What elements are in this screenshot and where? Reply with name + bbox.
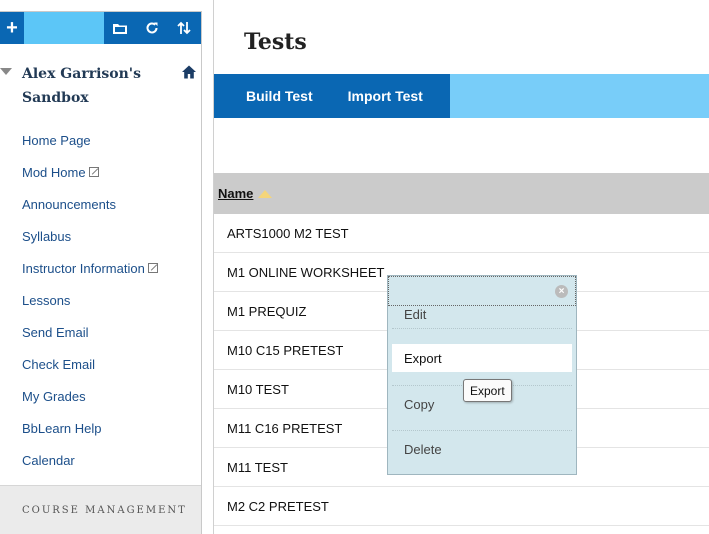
test-name[interactable]: M10 C15 PRETEST bbox=[227, 343, 343, 358]
test-name[interactable]: ARTS1000 M2 TEST bbox=[227, 226, 349, 241]
import-test-button[interactable]: Import Test bbox=[348, 74, 423, 118]
refresh-icon bbox=[146, 22, 158, 34]
external-link-icon bbox=[88, 167, 99, 177]
test-name[interactable]: M1 PREQUIZ bbox=[227, 304, 306, 319]
menu-item-home-page[interactable]: Home Page bbox=[22, 124, 197, 156]
test-name[interactable]: M10 TEST bbox=[227, 382, 289, 397]
add-menu-item-button[interactable]: + bbox=[0, 12, 24, 44]
sort-icon bbox=[177, 21, 191, 35]
name-column-header[interactable]: Name bbox=[218, 186, 273, 201]
menu-item-send-email[interactable]: Send Email bbox=[22, 316, 197, 348]
folder-button[interactable] bbox=[104, 12, 136, 44]
sidebar-toolbar: + bbox=[0, 12, 201, 44]
reorder-button[interactable] bbox=[168, 12, 200, 44]
page-title: Tests bbox=[244, 29, 307, 55]
export-tooltip: Export bbox=[463, 379, 512, 402]
action-buttons: Build Test Import Test bbox=[214, 74, 450, 118]
menu-divider bbox=[392, 430, 572, 431]
menu-item-instructor-information[interactable]: Instructor Information bbox=[22, 252, 197, 284]
sidebar-search-field[interactable] bbox=[24, 12, 104, 44]
home-icon[interactable] bbox=[181, 64, 197, 80]
external-link-icon bbox=[147, 263, 158, 273]
sort-ascending-icon bbox=[258, 189, 273, 198]
menu-item-mod-home[interactable]: Mod Home bbox=[22, 156, 197, 188]
course-sidebar: + Alex Garrison's Sandbox Home Page Mod … bbox=[0, 11, 202, 534]
menu-item-label: Send Email bbox=[22, 324, 89, 340]
menu-item-label: Syllabus bbox=[22, 228, 72, 244]
export-menu-item[interactable]: Export bbox=[392, 344, 572, 372]
menu-item-label: Instructor Information bbox=[22, 260, 145, 276]
menu-item-label: Calendar bbox=[22, 452, 75, 468]
menu-item-label: Lessons bbox=[22, 292, 71, 308]
menu-item-label: Check Email bbox=[22, 356, 95, 372]
close-icon: × bbox=[558, 286, 565, 297]
name-column-label: Name bbox=[218, 186, 254, 201]
menu-item-label: Mod Home bbox=[22, 164, 86, 180]
context-menu: × Edit Export Copy Delete bbox=[387, 275, 577, 475]
menu-item-label: BbLearn Help bbox=[22, 420, 102, 436]
test-name[interactable]: M11 TEST bbox=[227, 460, 288, 475]
menu-item-label: Announcements bbox=[22, 196, 116, 212]
menu-item-bblearn-help[interactable]: BbLearn Help bbox=[22, 412, 197, 444]
menu-divider bbox=[392, 328, 572, 329]
test-name[interactable]: M11 C16 PRETEST bbox=[227, 421, 342, 436]
course-management-header[interactable]: COURSE MANAGEMENT bbox=[0, 485, 201, 534]
edit-menu-item[interactable]: Edit bbox=[392, 299, 572, 329]
menu-item-announcements[interactable]: Announcements bbox=[22, 188, 197, 220]
test-name[interactable]: M2 C2 PRETEST bbox=[227, 499, 329, 514]
table-row: M2 C2 PRETEST bbox=[214, 487, 709, 526]
course-menu: Home Page Mod Home Announcements Syllabu… bbox=[22, 124, 197, 476]
menu-item-lessons[interactable]: Lessons bbox=[22, 284, 197, 316]
action-bar: Build Test Import Test bbox=[214, 74, 709, 118]
menu-item-label: Home Page bbox=[22, 132, 91, 148]
close-menu-button[interactable]: × bbox=[555, 285, 568, 298]
table-header: Name bbox=[214, 173, 709, 214]
test-name[interactable]: M1 ONLINE WORKSHEET bbox=[227, 265, 384, 280]
course-title[interactable]: Alex Garrison's Sandbox bbox=[22, 62, 172, 110]
menu-item-label: My Grades bbox=[22, 388, 86, 404]
refresh-button[interactable] bbox=[136, 12, 168, 44]
menu-item-calendar[interactable]: Calendar bbox=[22, 444, 197, 476]
folder-icon bbox=[113, 23, 127, 34]
menu-item-my-grades[interactable]: My Grades bbox=[22, 380, 197, 412]
collapse-triangle-icon[interactable] bbox=[0, 68, 12, 75]
course-management-label: COURSE MANAGEMENT bbox=[22, 505, 187, 516]
build-test-button[interactable]: Build Test bbox=[246, 74, 313, 118]
table-row: ARTS1000 M2 TEST bbox=[214, 214, 709, 253]
delete-menu-item[interactable]: Delete bbox=[392, 434, 572, 464]
menu-item-check-email[interactable]: Check Email bbox=[22, 348, 197, 380]
menu-item-syllabus[interactable]: Syllabus bbox=[22, 220, 197, 252]
